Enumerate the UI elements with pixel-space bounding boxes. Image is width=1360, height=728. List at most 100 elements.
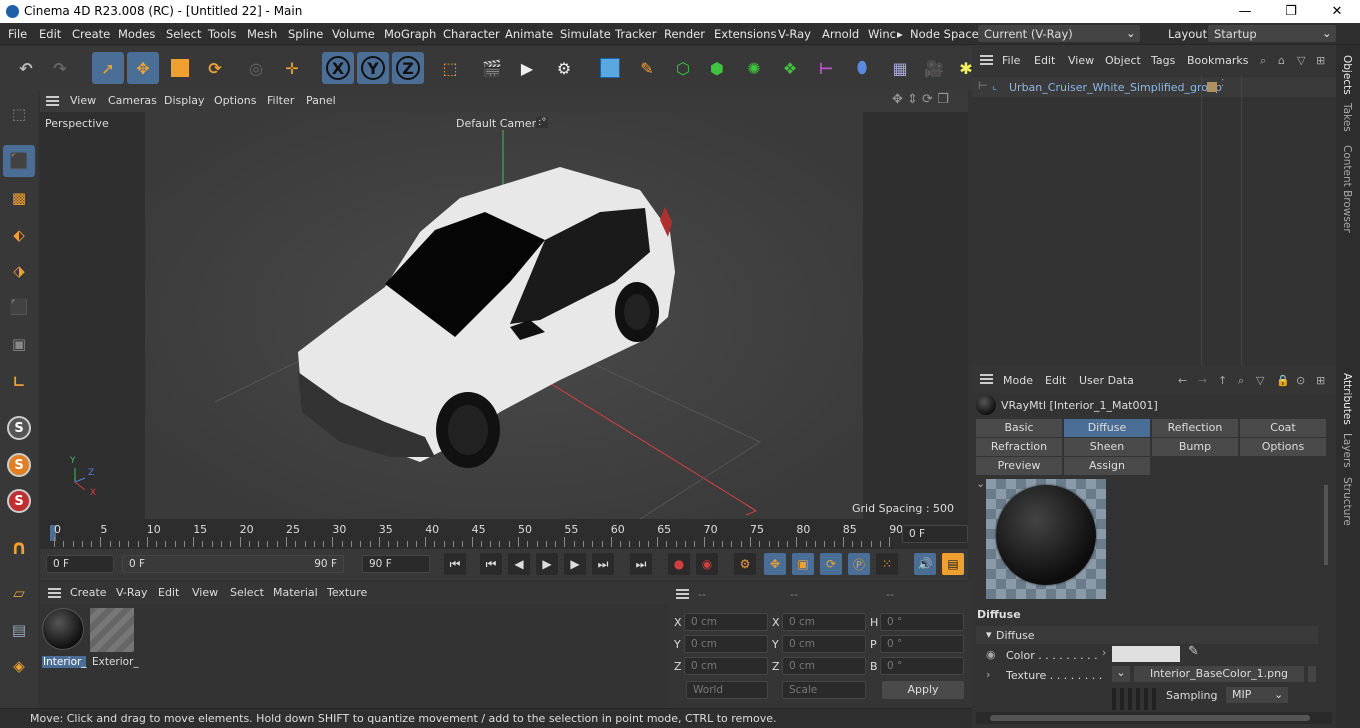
coord-field-pz[interactable]: 0 cm: [684, 657, 768, 675]
search-icon[interactable]: ⌕: [1260, 54, 1266, 68]
horizontal-scrollbar[interactable]: [976, 712, 1332, 724]
obj-menu-file[interactable]: File: [1002, 54, 1020, 67]
tab-assign[interactable]: Assign: [1064, 457, 1150, 475]
tab-preview-settings[interactable]: Preview Settings: [976, 457, 1062, 490]
key-parameter-icon[interactable]: Ⓟ: [848, 553, 870, 575]
start-frame-field[interactable]: 0 F: [46, 555, 114, 573]
autokey-icon[interactable]: ◉: [696, 553, 718, 575]
tab-reflection[interactable]: Reflection: [1152, 419, 1238, 437]
tab-coat[interactable]: Coat: [1240, 419, 1326, 437]
uv-mode-icon[interactable]: ▣: [3, 328, 35, 360]
apply-button[interactable]: Apply: [882, 681, 964, 699]
coord-field-sz[interactable]: 0 cm: [782, 657, 866, 675]
prev-frame-icon[interactable]: ◀: [508, 553, 530, 575]
color-swatch[interactable]: [1112, 646, 1180, 662]
next-frame-icon[interactable]: ▶: [564, 553, 586, 575]
obj-menu-edit[interactable]: Edit: [1034, 54, 1055, 67]
x-axis-lock-button[interactable]: X: [322, 52, 354, 84]
scale-dropdown[interactable]: Scale: [782, 681, 866, 699]
side-tab-layers[interactable]: Layers: [1341, 433, 1353, 468]
coord-field-p[interactable]: 0 °: [880, 635, 964, 653]
menu-create[interactable]: Create: [72, 27, 110, 41]
obj-menu-object[interactable]: Object: [1105, 54, 1141, 67]
z-axis-lock-button[interactable]: Z: [392, 52, 424, 84]
menu-tracker[interactable]: Tracker: [615, 27, 657, 41]
subsection-header[interactable]: ▾ Diffuse: [976, 626, 1318, 644]
axis-mode-icon[interactable]: ∟: [3, 366, 35, 398]
menu-vray[interactable]: V-Ray: [778, 27, 811, 41]
play-icon[interactable]: ▶: [536, 553, 558, 575]
move-icon[interactable]: ✥: [127, 52, 159, 84]
side-tab-objects[interactable]: Objects: [1341, 55, 1353, 95]
node-space-dropdown[interactable]: Current (V-Ray) ⌄: [978, 25, 1140, 42]
collapse-preview-icon[interactable]: ⌄: [976, 477, 985, 490]
tab-refraction[interactable]: Refraction: [976, 438, 1062, 456]
menu-arnold[interactable]: Arnold: [822, 27, 859, 41]
attr-menu-edit[interactable]: Edit: [1045, 374, 1066, 387]
menu-spline[interactable]: Spline: [288, 27, 323, 41]
snap-s-icon[interactable]: S: [3, 412, 35, 444]
key-scale-icon[interactable]: ▣: [792, 553, 814, 575]
frame-range-slider[interactable]: 0 F 90 F: [122, 555, 344, 573]
expand-arrow-icon[interactable]: ›: [1102, 646, 1106, 659]
menu-edit[interactable]: Edit: [39, 27, 61, 41]
goto-end-icon[interactable]: ⏭: [630, 553, 652, 575]
viewport-nav-icons[interactable]: ✥ ⇕ ⟳ ❐: [892, 92, 949, 107]
home-icon[interactable]: ⌂: [1278, 54, 1285, 67]
hamburger-icon[interactable]: [46, 96, 59, 106]
current-frame-field[interactable]: 0 F: [902, 525, 968, 543]
key-position-icon[interactable]: ✥: [764, 553, 786, 575]
search-icon[interactable]: ⌕: [1238, 374, 1244, 388]
new-panel-icon[interactable]: ⊞: [1316, 374, 1325, 387]
attr-menu-mode[interactable]: Mode: [1003, 374, 1033, 387]
menu-animate[interactable]: Animate: [505, 27, 553, 41]
menu-mograph[interactable]: MoGraph: [384, 27, 436, 41]
camera-icon[interactable]: 🎥: [918, 52, 950, 84]
coord-field-h[interactable]: 0 °: [880, 613, 964, 631]
menu-tools[interactable]: Tools: [208, 27, 236, 41]
point-mode-icon[interactable]: ⬖: [3, 219, 35, 251]
menu-simulate[interactable]: Simulate: [560, 27, 611, 41]
texture-more-button[interactable]: [1308, 666, 1316, 682]
menu-modes[interactable]: Modes: [118, 27, 155, 41]
attr-menu-userdata[interactable]: User Data: [1079, 374, 1134, 387]
tab-diffuse[interactable]: Diffuse: [1064, 419, 1150, 437]
mat-menu-material[interactable]: Material: [273, 586, 318, 599]
3d-viewport[interactable]: Perspective Default Camera :° Grid Spaci…: [40, 112, 968, 519]
object-row[interactable]: ⊢ ⌞ Urban_Cruiser_White_Simplified_group…: [972, 77, 1336, 97]
expand-icon[interactable]: ⊢: [978, 79, 988, 92]
filter-icon[interactable]: ▽: [1297, 54, 1305, 67]
tab-options[interactable]: Options: [1240, 438, 1326, 456]
record-icon[interactable]: ●: [668, 553, 690, 575]
rotate-icon[interactable]: ⟳: [199, 52, 231, 84]
render-settings-icon[interactable]: ⚙: [548, 52, 580, 84]
object-name[interactable]: Urban_Cruiser_White_Simplified_group: [1009, 81, 1222, 94]
mat-menu-view[interactable]: View: [192, 586, 218, 599]
menu-select[interactable]: Select: [166, 27, 201, 41]
floor-icon[interactable]: ▦: [884, 52, 916, 84]
mat-menu-select[interactable]: Select: [230, 586, 264, 599]
texture-mode-icon[interactable]: ▩: [3, 182, 35, 214]
key-rotation-icon[interactable]: ⟳: [820, 553, 842, 575]
coord-field-b[interactable]: 0 °: [880, 657, 964, 675]
redo-icon[interactable]: ↷: [44, 52, 76, 84]
model-mode-icon[interactable]: ⬛: [3, 145, 35, 177]
vp-menu-panel[interactable]: Panel: [306, 94, 336, 107]
keyframe-selection-icon[interactable]: ⚙: [734, 553, 756, 575]
vp-menu-options[interactable]: Options: [214, 94, 256, 107]
vp-menu-cameras[interactable]: Cameras: [108, 94, 157, 107]
material-swatch-exterior[interactable]: Exterior_: [90, 608, 139, 670]
bend-icon[interactable]: ⊢: [810, 52, 842, 84]
sampling-dropdown[interactable]: MIP ⌄: [1226, 687, 1288, 703]
workplane-icon[interactable]: ▱: [3, 577, 35, 609]
mat-menu-vray[interactable]: V-Ray: [116, 586, 148, 599]
polygon-mode-icon[interactable]: ⬛: [3, 291, 35, 323]
visibility-dots-icon[interactable]: ⁚: [1221, 78, 1224, 89]
lock-icon[interactable]: 🔒: [1276, 374, 1290, 387]
vp-menu-filter[interactable]: Filter: [267, 94, 294, 107]
coord-field-px[interactable]: 0 cm: [684, 613, 768, 631]
coordinate-system-icon[interactable]: ⬚: [434, 52, 466, 84]
menu-volume[interactable]: Volume: [332, 27, 375, 41]
up-arrow-icon[interactable]: ↑: [1218, 374, 1227, 387]
menu-window[interactable]: Winc: [868, 27, 896, 41]
